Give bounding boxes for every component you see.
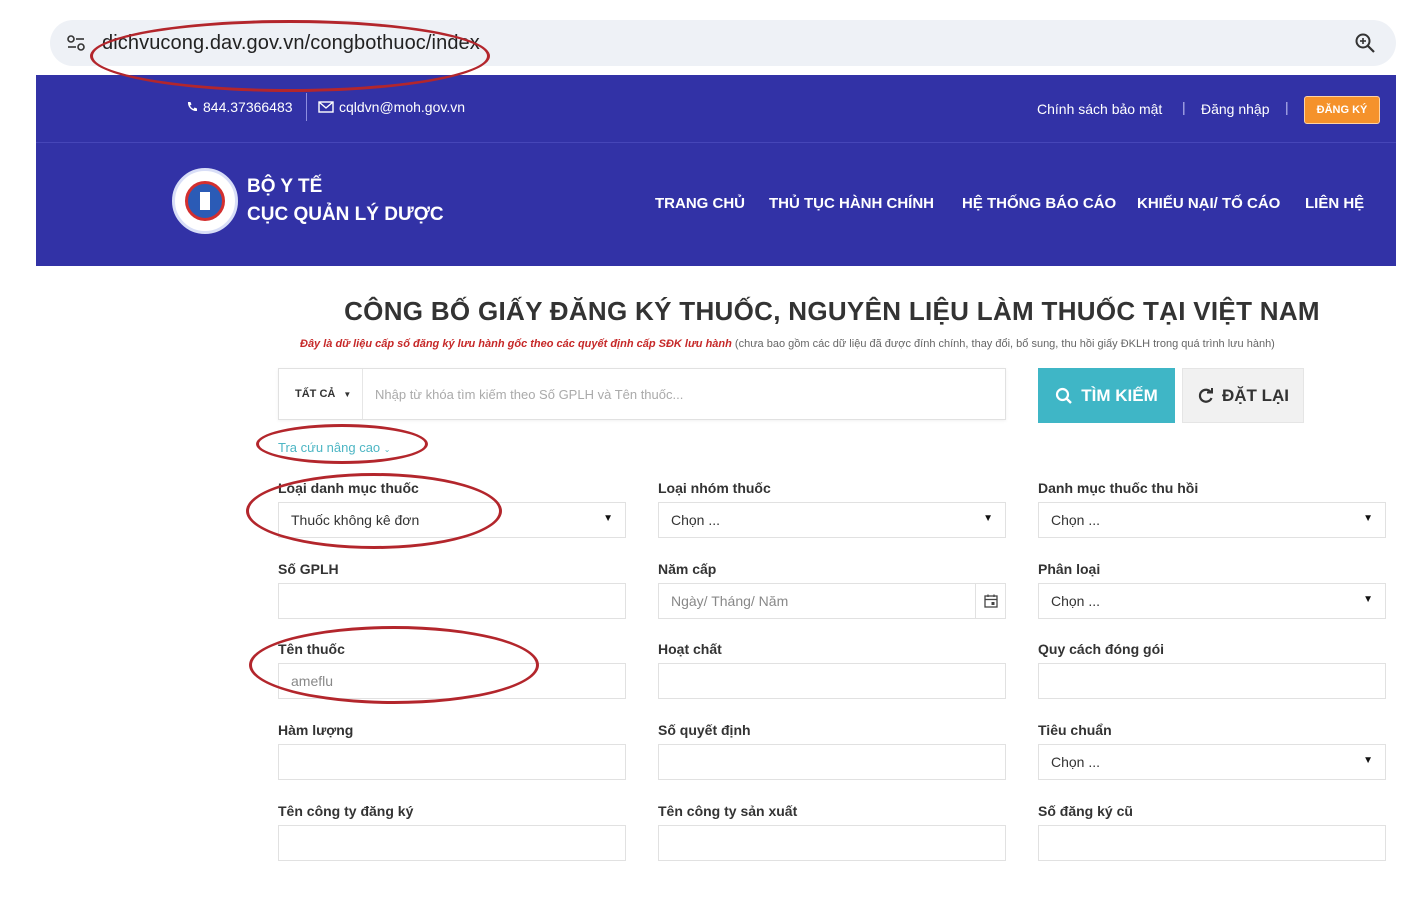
input-so-dang-ky-cu[interactable] [1038, 825, 1386, 861]
refresh-icon [1198, 388, 1213, 403]
caret-down-icon: ▼ [983, 513, 993, 524]
mail-icon [318, 101, 334, 113]
email-contact[interactable]: cqldvn@moh.gov.vn [318, 99, 465, 115]
input-so-quyet-dinh[interactable] [658, 744, 1006, 780]
calendar-icon[interactable] [975, 584, 1005, 618]
search-icon [1056, 387, 1073, 404]
caret-down-icon: ▼ [603, 513, 613, 524]
org-name[interactable]: BỘ Y TẾ CỤC QUẢN LÝ DƯỢC [247, 173, 444, 229]
logo-emblem [185, 181, 225, 221]
select-value: Chọn ... [671, 512, 721, 528]
org-name-line2: CỤC QUẢN LÝ DƯỢC [247, 204, 444, 225]
zoom-icon[interactable] [1354, 32, 1376, 54]
privacy-link[interactable]: Chính sách bảo mật [1037, 101, 1162, 117]
top-separator: | [1182, 99, 1186, 115]
input-ten-thuoc[interactable]: ameflu [278, 663, 626, 699]
phone-icon [187, 102, 197, 112]
input-hoat-chat[interactable] [658, 663, 1006, 699]
subtitle-highlight: Đây là dữ liệu cấp số đăng ký lưu hành g… [300, 338, 732, 350]
nav-he-thong-bao-cao[interactable]: HỆ THỐNG BÁO CÁO [962, 195, 1116, 212]
search-input[interactable] [375, 384, 975, 404]
input-so-gplh[interactable] [278, 583, 626, 619]
advanced-search-link[interactable]: Tra cứu nâng cao ⌄ [278, 440, 391, 455]
date-placeholder: Ngày/ Tháng/ Năm [671, 593, 789, 609]
logo-cross-mark [200, 192, 210, 210]
input-cty-dang-ky[interactable] [278, 825, 626, 861]
top-bar: 844.37366483 cqldvn@moh.gov.vn Chính sác… [36, 75, 1396, 143]
input-quy-cach[interactable] [1038, 663, 1386, 699]
search-scope-label: TẤT CẢ [295, 388, 336, 400]
caret-down-icon: ▼ [1363, 594, 1373, 605]
subtitle-note: (chưa bao gồm các dữ liệu đã được đính c… [731, 338, 1275, 350]
label-ten-thuoc: Tên thuốc [278, 641, 345, 657]
login-link[interactable]: Đăng nhập [1201, 101, 1270, 117]
phone-number: 844.37366483 [203, 99, 293, 115]
select-value: Chọn ... [1051, 593, 1101, 609]
site-settings-icon[interactable] [66, 33, 86, 53]
register-button[interactable]: ĐĂNG KÝ [1304, 96, 1380, 124]
date-nam-cap[interactable]: Ngày/ Tháng/ Năm [658, 583, 1006, 619]
top-separator: | [1285, 99, 1289, 115]
reset-button[interactable]: ĐẶT LẠI [1182, 368, 1304, 423]
label-so-dang-ky-cu: Số đăng ký cũ [1038, 803, 1133, 819]
select-value: Chọn ... [1051, 512, 1101, 528]
url-text[interactable]: dichvucong.dav.gov.vn/congbothuoc/index [102, 32, 480, 55]
input-value: ameflu [291, 673, 334, 689]
select-value: Thuốc không kê đơn [291, 512, 420, 528]
label-cty-san-xuat: Tên công ty sản xuất [658, 803, 798, 819]
reset-button-label: ĐẶT LẠI [1221, 385, 1290, 405]
label-so-gplh: Số GPLH [278, 561, 339, 577]
caret-down-icon: ▼ [1363, 513, 1373, 524]
caret-down-icon: ▼ [1363, 755, 1373, 766]
label-so-quyet-dinh: Số quyết định [658, 722, 751, 738]
label-phan-loai: Phân loại [1038, 561, 1101, 577]
site-header: 844.37366483 cqldvn@moh.gov.vn Chính sác… [36, 75, 1396, 266]
label-loai-danh-muc: Loại danh mục thuốc [278, 480, 419, 496]
select-phan-loai[interactable]: Chọn ... ▼ [1038, 583, 1386, 619]
org-name-line1: BỘ Y TẾ [247, 176, 323, 197]
phone-contact[interactable]: 844.37366483 [186, 99, 293, 115]
nav-trang-chu[interactable]: TRANG CHỦ [655, 195, 745, 212]
page-subtitle: Đây là dữ liệu cấp số đăng ký lưu hành g… [300, 338, 1275, 350]
advanced-search-label: Tra cứu nâng cao [278, 440, 381, 455]
search-scope-dropdown[interactable]: TẤT CẢ ▼ [279, 369, 363, 419]
label-loai-nhom: Loại nhóm thuốc [658, 480, 771, 496]
input-ham-luong[interactable] [278, 744, 626, 780]
chevron-down-icon: ⌄ [383, 445, 391, 454]
label-hoat-chat: Hoạt chất [658, 641, 722, 657]
nav-lien-he[interactable]: LIÊN HỆ [1305, 195, 1364, 212]
nav-khieu-nai-to-cao[interactable]: KHIẾU NẠI/ TỐ CÁO [1137, 195, 1280, 212]
label-danh-muc-thu-hoi: Danh mục thuốc thu hồi [1038, 480, 1199, 496]
nav-thu-tuc-hanh-chinh[interactable]: THỦ TỤC HÀNH CHÍNH [769, 195, 934, 212]
search-button[interactable]: TÌM KIẾM [1038, 368, 1175, 423]
select-loai-nhom[interactable]: Chọn ... ▼ [658, 502, 1006, 538]
input-cty-san-xuat[interactable] [658, 825, 1006, 861]
label-quy-cach: Quy cách đóng gói [1038, 641, 1165, 657]
label-nam-cap: Năm cấp [658, 561, 717, 577]
page-title: CÔNG BỐ GIẤY ĐĂNG KÝ THUỐC, NGUYÊN LIỆU … [344, 296, 1320, 326]
label-cty-dang-ky: Tên công ty đăng ký [278, 803, 414, 819]
search-bar: TẤT CẢ ▼ [278, 368, 1006, 420]
select-tieu-chuan[interactable]: Chọn ... ▼ [1038, 744, 1386, 780]
search-button-label: TÌM KIẾM [1081, 385, 1158, 405]
select-value: Chọn ... [1051, 754, 1101, 770]
label-ham-luong: Hàm lượng [278, 722, 354, 738]
contact-divider [306, 93, 307, 121]
chevron-down-icon: ▼ [343, 390, 352, 399]
email-address: cqldvn@moh.gov.vn [339, 99, 466, 115]
address-bar[interactable]: dichvucong.dav.gov.vn/congbothuoc/index [50, 20, 1396, 66]
ministry-logo[interactable] [172, 168, 238, 234]
select-loai-danh-muc[interactable]: Thuốc không kê đơn ▼ [278, 502, 626, 538]
label-tieu-chuan: Tiêu chuẩn [1038, 722, 1112, 738]
select-danh-muc-thu-hoi[interactable]: Chọn ... ▼ [1038, 502, 1386, 538]
